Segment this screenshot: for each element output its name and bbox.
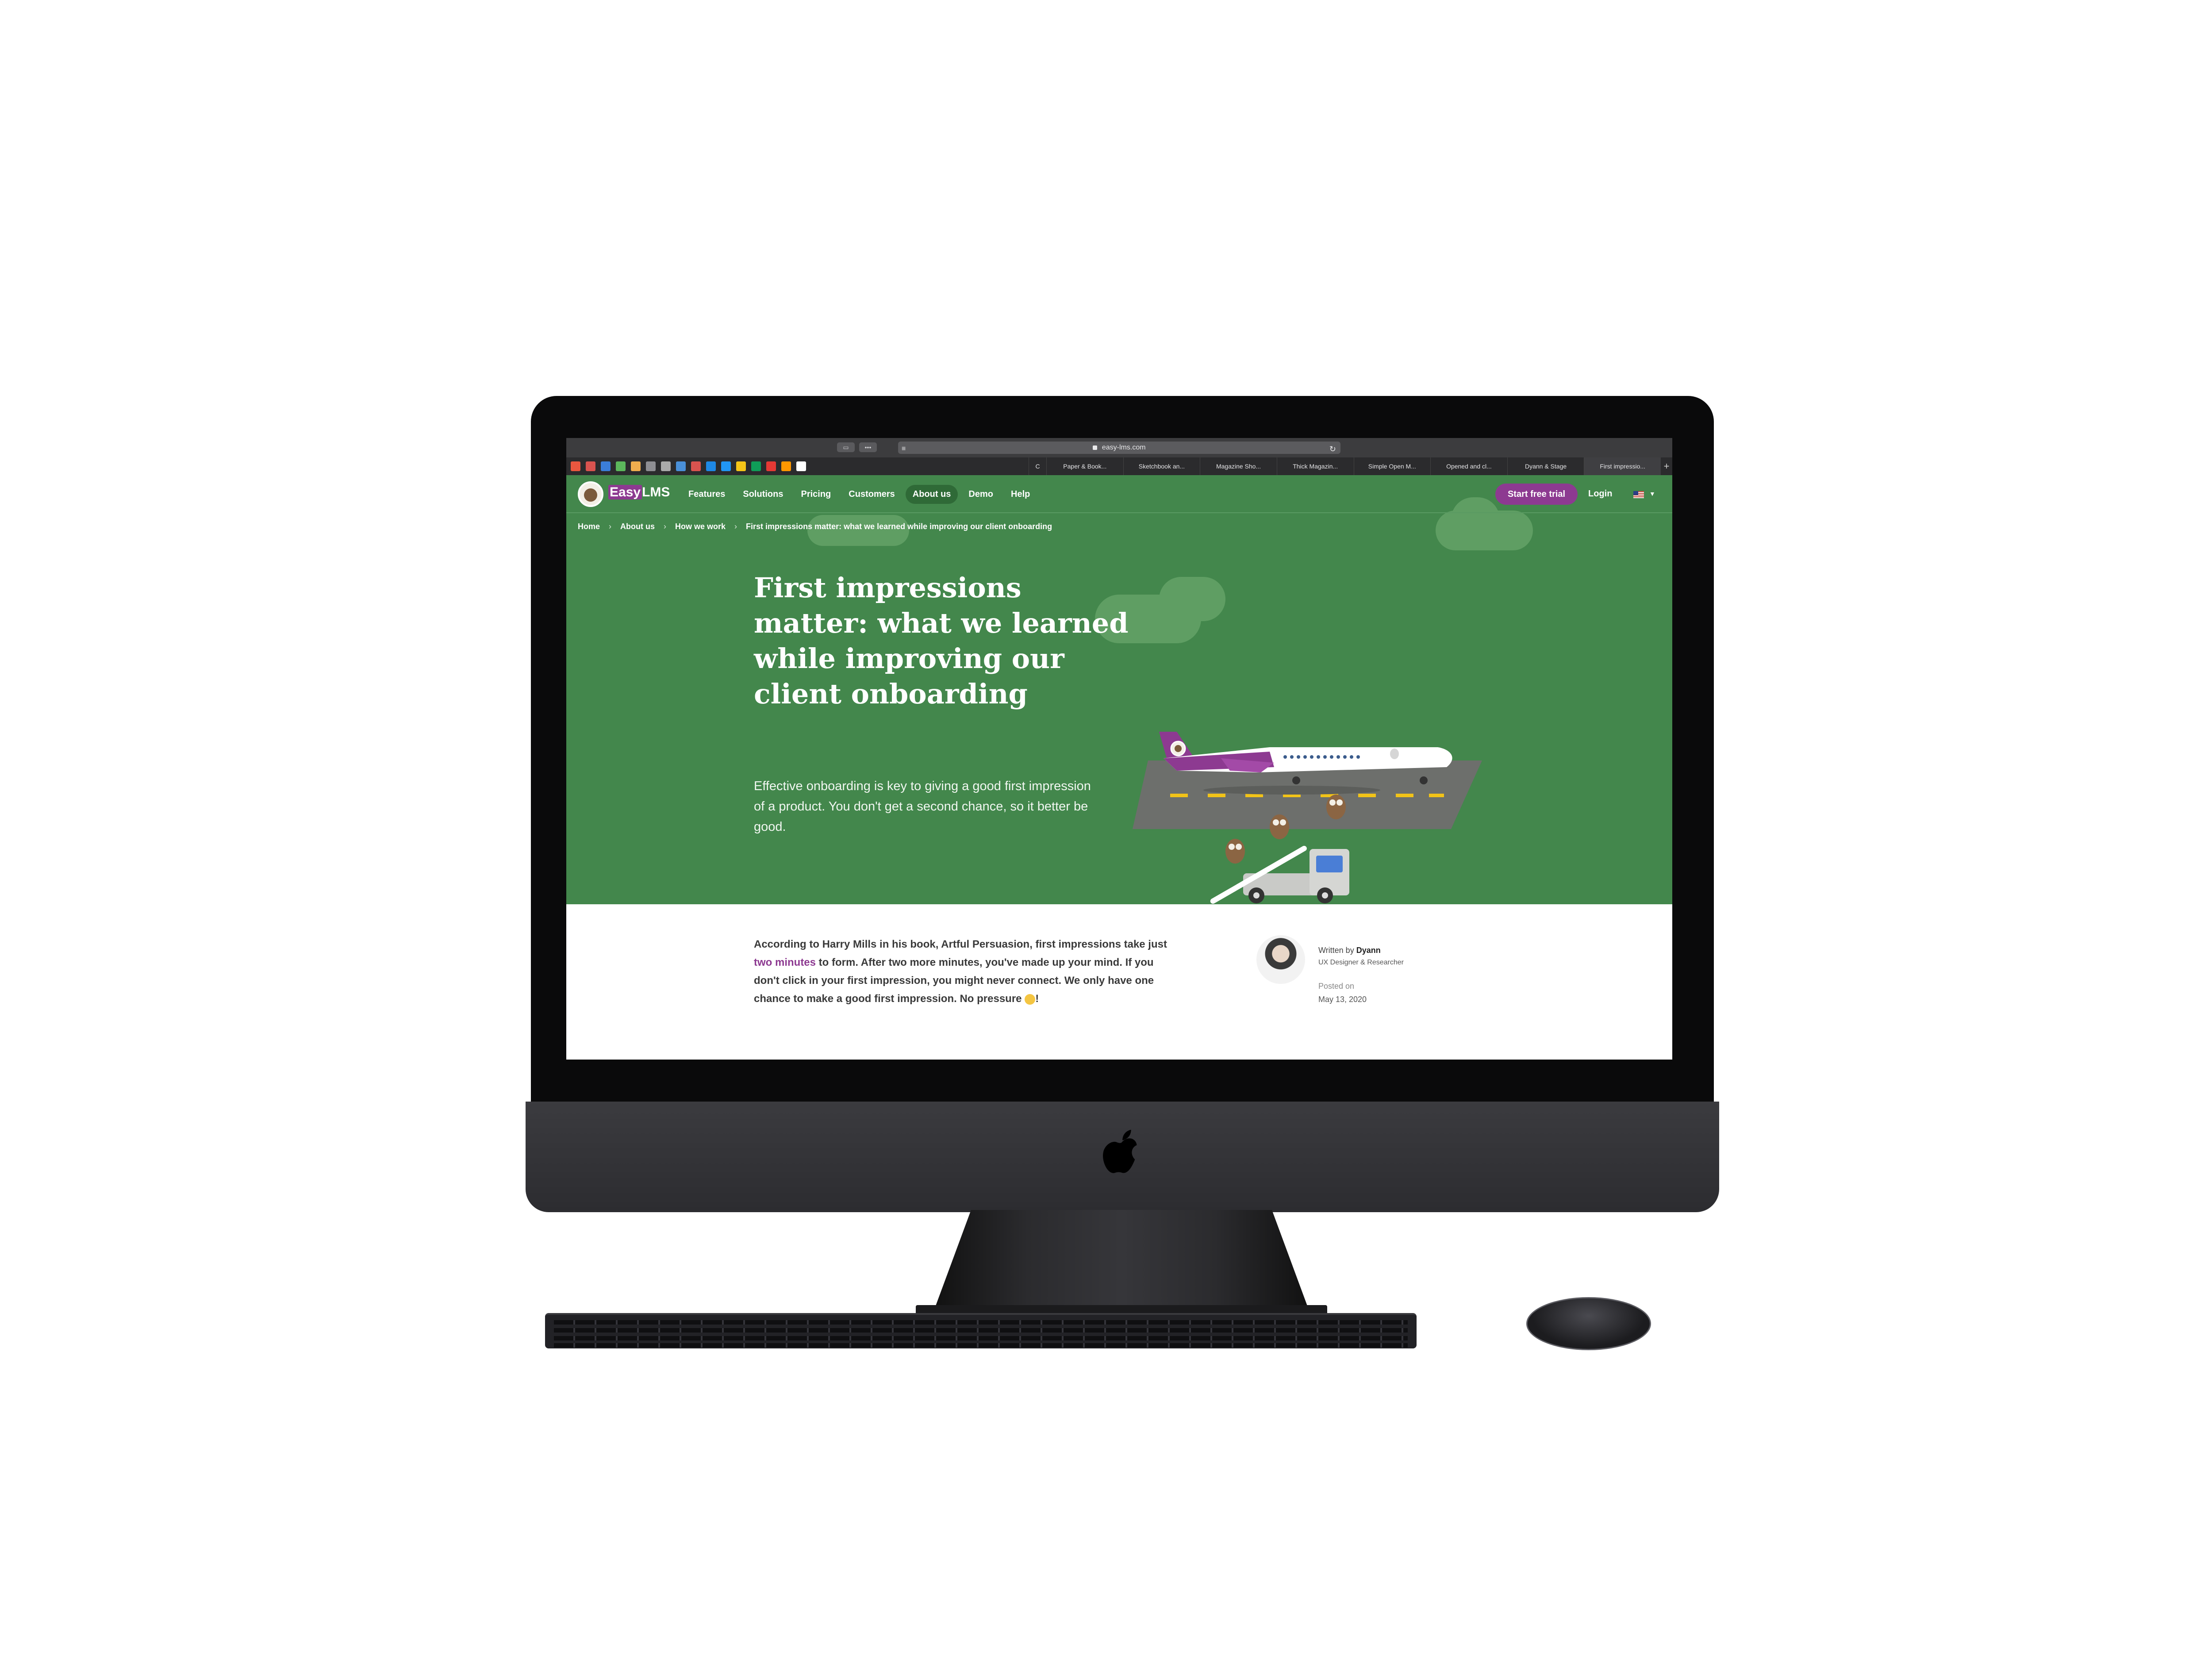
keyboard xyxy=(545,1313,1417,1348)
tab[interactable]: Sketchbook an... xyxy=(1123,457,1200,475)
bookmark-favicons xyxy=(566,461,1029,471)
bookmark-favicon-icon[interactable] xyxy=(721,461,731,471)
bookmark-favicon-icon[interactable] xyxy=(661,461,671,471)
posted-date: May 13, 2020 xyxy=(1318,995,1367,1004)
bookmark-favicon-icon[interactable] xyxy=(766,461,776,471)
bookmark-favicon-icon[interactable] xyxy=(571,461,580,471)
tab[interactable]: Paper & Book... xyxy=(1046,457,1123,475)
grimacing-emoji-icon xyxy=(1025,994,1036,1005)
bookmark-favicon-icon[interactable] xyxy=(736,461,746,471)
author-role: UX Designer & Researcher xyxy=(1318,959,1404,966)
bookmark-favicon-icon[interactable] xyxy=(796,461,806,471)
bookmark-favicon-icon[interactable] xyxy=(751,461,761,471)
bookmark-favicon-icon[interactable] xyxy=(706,461,716,471)
author-avatar xyxy=(1256,935,1305,984)
bookmark-favicon-icon[interactable] xyxy=(646,461,656,471)
screen: ▭ ••• ≡ easy-lms.com ↻ C Paper & Book...… xyxy=(566,438,1672,1060)
bookmark-favicon-icon[interactable] xyxy=(691,461,701,471)
bookmark-favicon-icon[interactable] xyxy=(586,461,595,471)
tab[interactable]: Opened and cl... xyxy=(1430,457,1507,475)
article-body: According to Harry Mills in his book, Ar… xyxy=(566,904,1672,1060)
lock-icon xyxy=(1093,445,1098,450)
address-bar[interactable]: ≡ easy-lms.com ↻ xyxy=(898,442,1340,454)
new-tab-icon[interactable]: + xyxy=(1661,461,1672,472)
bookmark-favicon-icon[interactable] xyxy=(781,461,791,471)
hero-section: Easy LMS Features Solutions Pricing Custo… xyxy=(566,475,1672,904)
bookmark-favicon-icon[interactable] xyxy=(631,461,641,471)
tab[interactable]: Thick Magazin... xyxy=(1276,457,1354,475)
tab-strip: C Paper & Book... Sketchbook an... Magaz… xyxy=(566,457,1672,475)
apple-logo-icon xyxy=(1103,1129,1137,1173)
tab[interactable]: Magazine Sho... xyxy=(1200,457,1277,475)
more-button[interactable]: ••• xyxy=(859,442,877,452)
url-text: easy-lms.com xyxy=(1102,444,1146,451)
tab[interactable]: Simple Open M... xyxy=(1353,457,1431,475)
author-name[interactable]: Dyann xyxy=(1356,946,1381,955)
author-meta: Written by Dyann UX Designer & Researche… xyxy=(1318,944,1404,969)
posted-label: Posted on xyxy=(1318,982,1355,991)
bookmark-favicon-icon[interactable] xyxy=(616,461,626,471)
browser-toolbar: ▭ ••• ≡ easy-lms.com ↻ xyxy=(566,438,1672,457)
magic-mouse xyxy=(1526,1297,1651,1350)
sidebar-toggle-button[interactable]: ▭ xyxy=(837,442,855,452)
imac-stand xyxy=(933,1210,1310,1312)
bookmark-favicon-icon[interactable] xyxy=(676,461,686,471)
airplane-illustration xyxy=(1133,732,1482,904)
bookmark-favicon-icon[interactable] xyxy=(601,461,611,471)
reader-icon[interactable]: ≡ xyxy=(902,443,906,455)
website: Easy LMS Features Solutions Pricing Custo… xyxy=(566,475,1672,1060)
tab-active[interactable]: First impressio... xyxy=(1584,457,1661,475)
reload-icon[interactable]: ↻ xyxy=(1329,443,1336,455)
article-intro: According to Harry Mills in his book, Ar… xyxy=(754,938,1167,1005)
tab[interactable]: C xyxy=(1029,457,1046,475)
tab[interactable]: Dyann & Stage xyxy=(1507,457,1584,475)
two-minutes-link[interactable]: two minutes xyxy=(754,956,816,968)
